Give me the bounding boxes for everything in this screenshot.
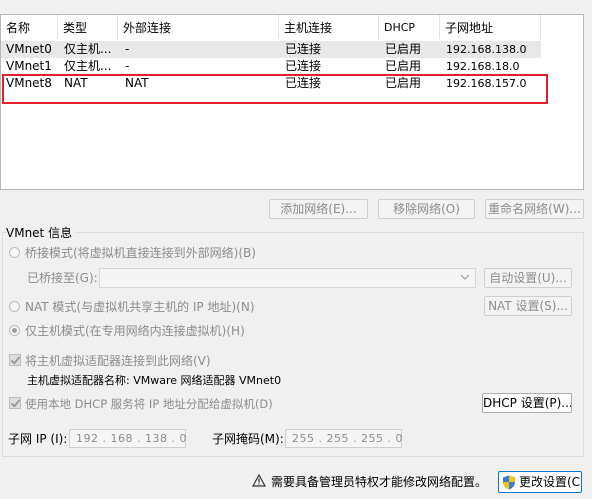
chevron-down-icon	[460, 270, 470, 287]
cell-subnet: 192.168.138.0	[446, 43, 527, 56]
connect-adapter-label: 将主机虚拟适配器连接到此网络(V)	[25, 354, 211, 368]
warning-icon	[251, 473, 267, 490]
bridged-radio[interactable]	[9, 247, 20, 258]
remove-network-button[interactable]: 移除网络(O)	[378, 199, 475, 219]
column-header-external[interactable]: 外部连接	[118, 15, 279, 39]
cell-external: -	[125, 42, 130, 56]
subnet-mask-label: 子网掩码(M):	[212, 432, 284, 446]
subnet-ip-field[interactable]: 192 . 168 . 138 . 0	[69, 429, 186, 448]
shield-icon	[502, 475, 516, 492]
adapter-name-label: 主机虚拟适配器名称: VMware 网络适配器 VMnet0	[27, 374, 282, 387]
nat-settings-button[interactable]: NAT 设置(S)...	[484, 296, 572, 316]
change-settings-label: 更改设置(C)	[519, 475, 582, 489]
admin-warning-text: 需要具备管理员特权才能修改网络配置。	[271, 475, 488, 489]
subnet-ip-label: 子网 IP (I):	[8, 432, 68, 446]
rename-network-button[interactable]: 重命名网络(W)...	[485, 199, 584, 219]
dhcp-settings-button[interactable]: DHCP 设置(P)...	[482, 393, 572, 413]
subnet-mask-field[interactable]: 255 . 255 . 255 . 0	[285, 429, 402, 448]
cell-subnet: 192.168.18.0	[446, 60, 520, 73]
table-row[interactable]: VMnet1 仅主机... - 已连接 已启用 192.168.18.0	[1, 58, 541, 75]
column-header-host[interactable]: 主机连接	[279, 15, 379, 39]
cell-host: 已连接	[285, 59, 322, 73]
dhcp-label: 使用本地 DHCP 服务将 IP 地址分配给虚拟机(D)	[25, 397, 273, 411]
nat-label: NAT 模式(与虚拟机共享主机的 IP 地址)(N)	[25, 300, 255, 314]
cell-type: 仅主机...	[64, 59, 112, 73]
vmnet-info-title: VMnet 信息	[6, 225, 76, 241]
dhcp-checkbox[interactable]	[9, 397, 21, 409]
bridged-to-select[interactable]	[99, 268, 476, 288]
column-header-name[interactable]: 名称	[1, 15, 58, 39]
vmnet-info-group	[2, 232, 584, 457]
cell-name: VMnet0	[6, 42, 52, 56]
cell-name: VMnet1	[6, 59, 52, 73]
bridged-to-label: 已桥接至(G):	[27, 271, 98, 285]
cell-external: -	[125, 59, 130, 73]
table-row[interactable]: VMnet0 仅主机... - 已连接 已启用 192.168.138.0	[1, 41, 541, 58]
cell-host: 已连接	[285, 42, 322, 56]
add-network-button[interactable]: 添加网络(E)...	[269, 199, 368, 219]
auto-settings-button[interactable]: 自动设置(U)...	[484, 268, 572, 288]
cell-dhcp: 已启用	[385, 42, 422, 56]
bridged-label: 桥接模式(将虚拟机直接连接到外部网络)(B)	[25, 246, 256, 260]
nat-radio[interactable]	[9, 301, 20, 312]
hostonly-label: 仅主机模式(在专用网络内连接虚拟机)(H)	[25, 324, 245, 338]
highlight-box	[2, 74, 548, 104]
connect-adapter-checkbox[interactable]	[9, 354, 21, 366]
column-header-subnet[interactable]: 子网地址	[440, 15, 541, 39]
cell-type: 仅主机...	[64, 42, 112, 56]
cell-dhcp: 已启用	[385, 59, 422, 73]
column-header-type[interactable]: 类型	[58, 15, 118, 39]
change-settings-button[interactable]: 更改设置(C)	[498, 471, 582, 493]
column-header-dhcp[interactable]: DHCP	[379, 15, 440, 39]
hostonly-radio[interactable]	[9, 325, 20, 336]
